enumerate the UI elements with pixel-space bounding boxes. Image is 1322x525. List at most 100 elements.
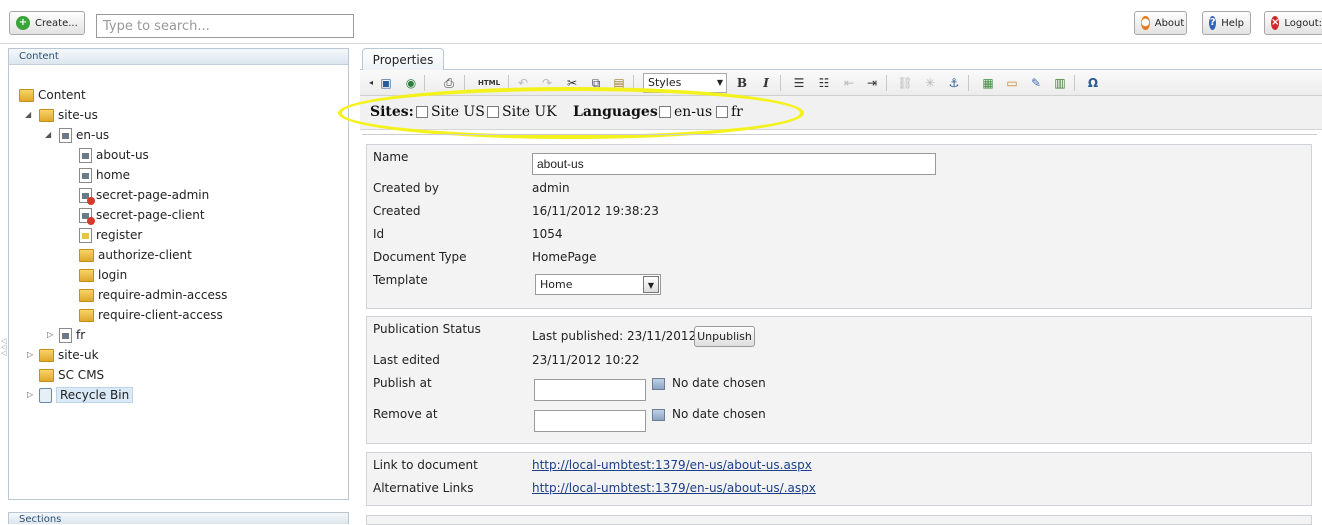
expand-toggle-icon[interactable]: ◢ (45, 131, 53, 139)
remove-at-value: No date chosen (672, 407, 766, 421)
expand-toggle-icon[interactable]: ◢ (25, 111, 33, 119)
preview-icon[interactable]: ⎙ (440, 75, 458, 91)
page-icon (59, 327, 72, 343)
tree-node-require-client-access[interactable]: require-client-access (79, 305, 223, 325)
last-edited-value: 23/11/2012 10:22 (532, 353, 640, 367)
tree-node-site-uk[interactable]: site-uk (39, 345, 99, 365)
help-icon: ? (1209, 16, 1217, 30)
template-label: Template (373, 273, 428, 287)
tree-node-label: SC CMS (58, 368, 105, 382)
plus-icon: + (16, 16, 30, 30)
bullet-list-icon[interactable]: ☰ (790, 75, 808, 91)
insert-macro-icon[interactable]: ▭ (1003, 75, 1021, 91)
tree-node-recycle-bin[interactable]: Recycle Bin (39, 385, 134, 405)
italic-button[interactable]: I (757, 75, 775, 91)
remove-at-field[interactable] (534, 410, 646, 432)
tree-node-home[interactable]: home (79, 165, 130, 185)
next-box (366, 515, 1312, 525)
expand-toggle-icon[interactable]: ▷ (27, 351, 35, 359)
content-panel-header: Content (9, 49, 348, 65)
highlight-ellipse (338, 87, 804, 139)
page-icon (79, 147, 92, 163)
folder-icon (79, 288, 94, 302)
tree-node-site-us[interactable]: site-us (39, 105, 98, 125)
page-icon (79, 227, 92, 243)
name-field[interactable] (532, 153, 936, 175)
folder-icon (79, 248, 94, 262)
tree-node-label: site-uk (58, 348, 99, 362)
page-icon (79, 167, 92, 183)
folder-icon (39, 108, 54, 122)
styles-dropdown-value: Styles (648, 76, 682, 89)
tree-node-fr[interactable]: fr (59, 325, 85, 345)
anchor-icon[interactable]: ⚓ (945, 75, 963, 91)
about-icon: ● (1141, 16, 1150, 30)
publication-box: Publication Status Last published: 23/11… (366, 316, 1312, 444)
save-icon[interactable]: ▣ (377, 75, 395, 91)
last-edited-label: Last edited (373, 353, 440, 367)
document-properties-box: Name Created by admin Created 16/11/2012… (366, 144, 1312, 309)
calendar-icon[interactable] (652, 409, 665, 421)
tree-node-secret-page-admin[interactable]: secret-page-admin (79, 185, 209, 205)
document-link[interactable]: http://local-umbtest:1379/en-us/about-us… (532, 458, 812, 472)
chevron-down-icon: ▼ (716, 78, 724, 87)
page-protected-icon (79, 187, 95, 205)
created-value: 16/11/2012 19:38:23 (532, 204, 659, 218)
indent-icon[interactable]: ⇥ (863, 75, 881, 91)
logout-button-label: Logout: (1284, 17, 1322, 29)
created-by-label: Created by (373, 181, 440, 195)
tree-node-en-us[interactable]: en-us (59, 125, 109, 145)
insert-media-icon[interactable]: ▥ (1051, 75, 1069, 91)
tree-node-label: register (96, 228, 143, 242)
tree-node-label: secret-page-admin (96, 188, 210, 202)
logout-button[interactable]: × Logout: (1264, 11, 1322, 35)
insert-image-icon[interactable]: ▦ (979, 75, 997, 91)
link-icon[interactable]: ⛓ (896, 75, 914, 91)
expand-toggle-icon[interactable]: ▷ (47, 331, 55, 339)
publish-at-label: Publish at (373, 376, 432, 390)
unpublish-button[interactable]: Unpublish (694, 326, 755, 347)
tree-node-secret-page-client[interactable]: secret-page-client (79, 205, 205, 225)
chevron-down-icon: ▼ (643, 276, 659, 293)
template-select[interactable]: Home ▼ (535, 274, 661, 295)
document-type-label: Document Type (373, 250, 467, 264)
publish-at-field[interactable] (534, 379, 646, 401)
tree-node-sc-cms[interactable]: SC CMS (39, 365, 104, 385)
link-to-document-label: Link to document (373, 458, 478, 472)
numbered-list-icon[interactable]: ☷ (815, 75, 833, 91)
help-button[interactable]: ? Help (1202, 11, 1251, 35)
expand-toggle-icon[interactable]: ▷ (27, 391, 35, 399)
divider (362, 134, 1317, 135)
sections-panel-header[interactable]: Sections (8, 512, 349, 525)
tree-node-login[interactable]: login (79, 265, 127, 285)
about-button[interactable]: ● About (1134, 11, 1187, 35)
tree-node-content[interactable]: Content (19, 85, 86, 105)
alternative-link[interactable]: http://local-umbtest:1379/en-us/about-us… (532, 481, 816, 495)
tree-node-label: Content (38, 88, 86, 102)
save-and-publish-icon[interactable]: ◉ (402, 75, 420, 91)
alternative-links-label: Alternative Links (373, 481, 474, 495)
bold-button[interactable]: B (733, 75, 751, 91)
tab-properties[interactable]: Properties (362, 48, 444, 71)
folder-icon (39, 368, 54, 382)
tree-node-register[interactable]: register (79, 225, 142, 245)
insert-form-icon[interactable]: ✎ (1027, 75, 1045, 91)
publication-status-label: Publication Status (373, 322, 481, 336)
folder-icon (79, 268, 94, 282)
tree-node-label: home (96, 168, 131, 182)
splitter-grip-icon[interactable]: ◁ ◁ ◁ (1, 338, 7, 362)
calendar-icon[interactable] (652, 378, 665, 390)
tree-node-label: site-us (58, 108, 98, 122)
tree-node-label: Recycle Bin (56, 387, 134, 403)
tree-node-authorize-client[interactable]: authorize-client (79, 245, 192, 265)
tree-node-about-us[interactable]: about-us (79, 145, 149, 165)
id-value: 1054 (532, 227, 563, 241)
outdent-icon[interactable]: ⇤ (840, 75, 858, 91)
special-character-icon[interactable]: Ω (1084, 75, 1102, 91)
tree-node-require-admin-access[interactable]: require-admin-access (79, 285, 227, 305)
content-tree-panel: Content Content ◢ site-us ◢ en-us about-… (8, 48, 349, 500)
publication-status-value: Last published: 23/11/2012 (532, 329, 697, 343)
unlink-icon[interactable]: ✳ (921, 75, 939, 91)
create-button[interactable]: + Create... (9, 11, 85, 35)
search-input[interactable] (96, 14, 354, 38)
